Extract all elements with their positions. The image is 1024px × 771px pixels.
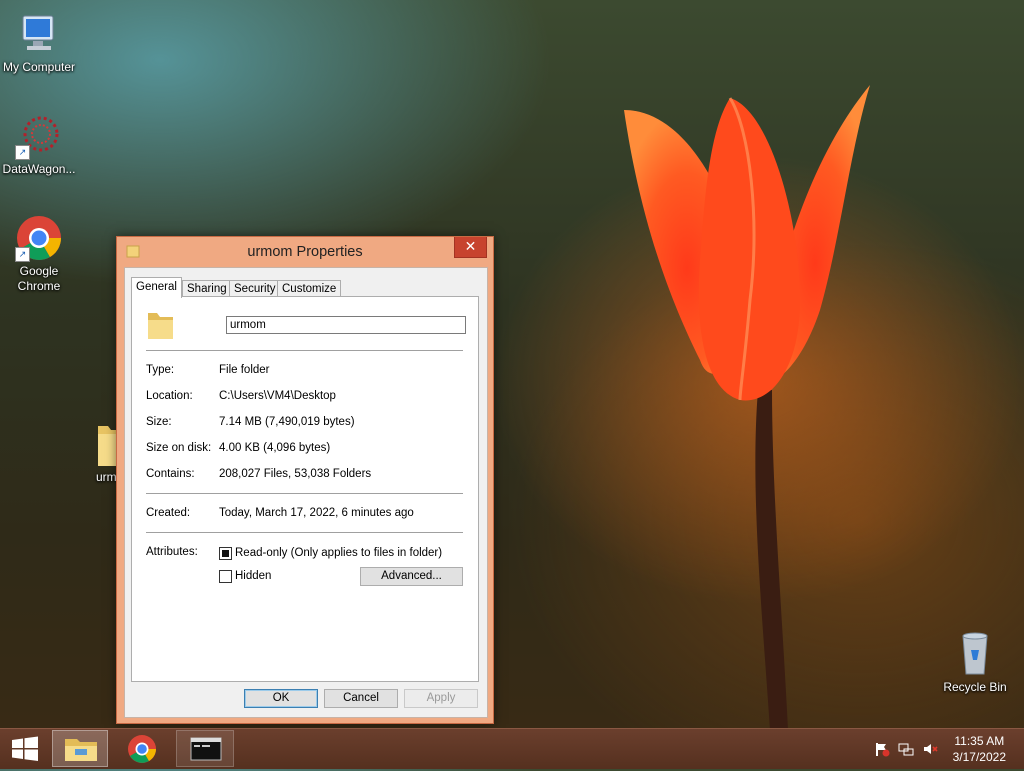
location-value: C:\Users\VM4\Desktop — [219, 390, 336, 402]
clock-time: 11:35 AM — [954, 734, 1005, 748]
desktop-icon-recycle-bin[interactable]: Recycle Bin — [936, 630, 1014, 695]
hidden-label: Hidden — [235, 570, 272, 582]
cancel-button[interactable]: Cancel — [324, 689, 398, 708]
clock-date: 3/17/2022 — [952, 750, 1006, 764]
start-button[interactable] — [0, 730, 50, 767]
separator — [146, 493, 463, 494]
type-value: File folder — [219, 364, 270, 376]
shortcut-arrow-icon: ↗ — [15, 145, 30, 160]
desktop-icon-label: DataWagon... — [2, 162, 76, 176]
datawagon-logo-icon: ↗ — [15, 112, 63, 160]
location-label: Location: — [146, 390, 193, 402]
desktop-icon-label: My Computer — [2, 60, 76, 74]
separator — [146, 532, 463, 533]
recycle-bin-icon — [951, 630, 999, 678]
taskbar-file-explorer[interactable] — [52, 730, 108, 767]
taskbar-command-prompt[interactable] — [176, 730, 234, 767]
chrome-icon — [128, 735, 156, 763]
desktop-icon-label: Google Chrome — [17, 264, 61, 293]
chrome-icon: ↗ — [15, 214, 63, 262]
type-label: Type: — [146, 364, 175, 376]
ok-button[interactable]: OK — [244, 689, 318, 708]
command-prompt-icon — [190, 737, 222, 761]
hidden-checkbox[interactable] — [219, 570, 232, 583]
tab-sharing[interactable]: Sharing — [182, 280, 232, 297]
network-icon[interactable] — [898, 741, 914, 757]
general-tab-panel: Type: File folder Location: C:\Users\VM4… — [131, 296, 479, 682]
contains-value: 208,027 Files, 53,038 Folders — [219, 468, 372, 480]
size-on-disk-value: 4.00 KB (4,096 bytes) — [219, 442, 331, 454]
taskbar-chrome[interactable] — [114, 730, 170, 767]
file-explorer-icon — [65, 739, 97, 761]
action-center-flag-icon[interactable] — [874, 741, 890, 757]
readonly-checkbox[interactable] — [219, 547, 232, 560]
desktop-icon-label: Recycle Bin — [943, 680, 1007, 694]
taskbar: 11:35 AM 3/17/2022 — [0, 728, 1024, 769]
desktop-icon-datawagon[interactable]: ↗ DataWagon... — [0, 112, 78, 177]
created-label: Created: — [146, 507, 191, 519]
size-on-disk-label: Size on disk: — [146, 442, 212, 454]
wallpaper-tulip — [624, 85, 870, 730]
tab-customize[interactable]: Customize — [277, 280, 342, 297]
created-value: Today, March 17, 2022, 6 minutes ago — [219, 507, 414, 519]
windows-logo-icon — [12, 736, 38, 761]
taskbar-clock[interactable]: 11:35 AM 3/17/2022 — [953, 733, 1006, 765]
desktop-icon-google-chrome[interactable]: ↗ Google Chrome — [0, 214, 78, 294]
folder-icon — [146, 309, 176, 341]
size-value: 7.14 MB (7,490,019 bytes) — [219, 416, 355, 428]
title-bar[interactable]: urmom Properties ✕ — [117, 237, 493, 267]
contains-label: Contains: — [146, 468, 195, 480]
computer-icon — [15, 10, 63, 58]
readonly-label: Read-only (Only applies to files in fold… — [235, 547, 443, 559]
size-label: Size: — [146, 416, 172, 428]
advanced-button[interactable]: Advanced... — [360, 567, 463, 586]
tab-security[interactable]: Security — [229, 280, 281, 297]
shortcut-arrow-icon: ↗ — [15, 247, 30, 262]
apply-button[interactable]: Apply — [404, 689, 478, 708]
properties-window: urmom Properties ✕ General Sharing Secur… — [116, 236, 494, 724]
separator — [146, 350, 463, 351]
close-button[interactable]: ✕ — [454, 237, 487, 258]
window-title: urmom Properties — [247, 244, 363, 260]
folder-name-input[interactable] — [226, 316, 466, 334]
volume-muted-icon[interactable] — [922, 741, 938, 757]
desktop-icon-my-computer[interactable]: My Computer — [0, 10, 78, 75]
dialog-client-area: General Sharing Security Customize Type:… — [124, 267, 488, 718]
tab-general[interactable]: General — [131, 277, 182, 298]
attributes-label: Attributes: — [146, 546, 198, 558]
